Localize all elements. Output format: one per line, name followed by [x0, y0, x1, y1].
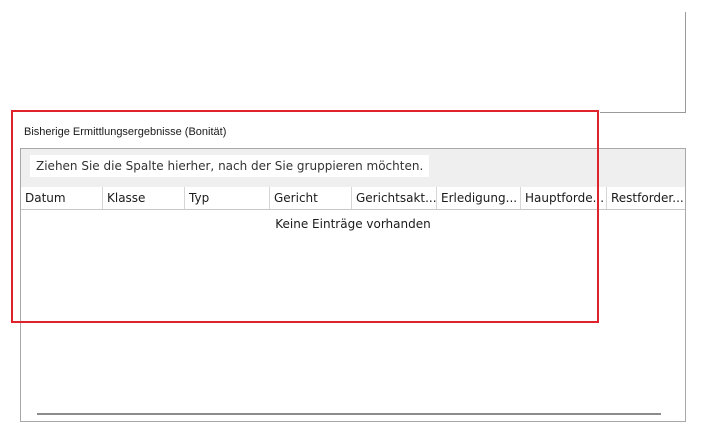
column-header-restforderung[interactable]: Restforder... — [607, 187, 685, 209]
empty-state-message: Keine Einträge vorhanden — [275, 217, 431, 231]
column-header-erledigung[interactable]: Erledigung... — [437, 187, 521, 209]
column-header-klasse[interactable]: Klasse — [103, 187, 185, 209]
top-frame-border-right — [685, 12, 686, 113]
horizontal-scrollbar[interactable] — [37, 413, 661, 415]
column-header-typ[interactable]: Typ — [185, 187, 270, 209]
column-header-row: Datum Klasse Typ Gericht Gerichtsakt... … — [21, 187, 685, 210]
group-by-hint: Ziehen Sie die Spalte hierher, nach der … — [30, 155, 430, 177]
group-by-panel[interactable]: Ziehen Sie die Spalte hierher, nach der … — [21, 149, 685, 188]
top-frame-border-bottom — [600, 112, 686, 113]
results-grid: Ziehen Sie die Spalte hierher, nach der … — [20, 148, 686, 422]
column-header-gerichtsakt[interactable]: Gerichtsakt... — [352, 187, 437, 209]
column-header-gericht[interactable]: Gericht — [270, 187, 352, 209]
column-header-hauptforderung[interactable]: Hauptforde... — [521, 187, 607, 209]
column-header-datum[interactable]: Datum — [21, 187, 103, 209]
section-title: Bisherige Ermittlungsergebnisse (Bonität… — [24, 126, 227, 138]
